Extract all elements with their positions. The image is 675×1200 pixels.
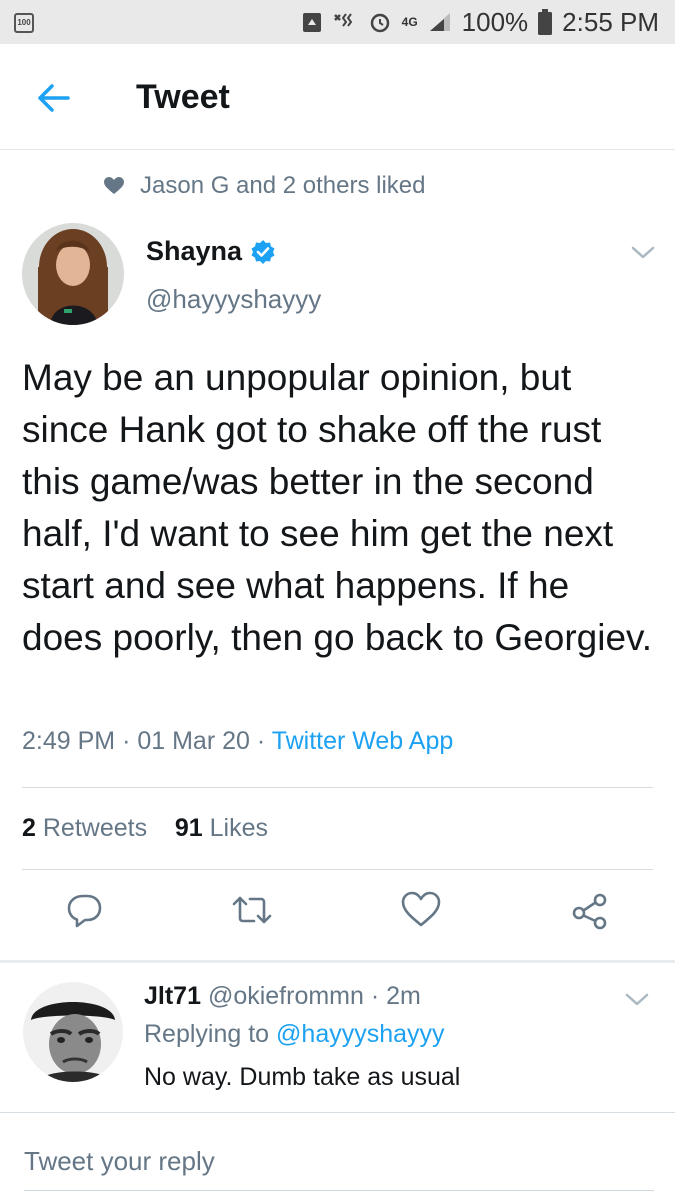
signal-icon [428,11,452,33]
likes-label: Likes [209,814,269,842]
like-icon [401,891,441,927]
divider [0,1112,675,1113]
retweets-count: 2 [22,814,36,842]
author-handle[interactable]: @hayyyshayyy [146,284,321,315]
reply-author-name[interactable]: Jlt71 [144,982,201,1010]
like-button[interactable] [400,890,444,934]
replying-to-line: Replying to @hayyyshayyy [144,1020,445,1049]
back-button[interactable] [34,78,74,118]
tweet-time: 2:49 PM [22,727,116,755]
app-header: Tweet [0,44,675,150]
reply-text: No way. Dumb take as usual [144,1063,461,1091]
divider [22,869,653,870]
input-underline [24,1190,654,1191]
tweet-stats: 2 Retweets 91 Likes [22,814,268,843]
status-icons: 4G 100% 2:55 PM [302,0,659,44]
page-title: Tweet [136,78,230,116]
share-icon [572,893,607,930]
meta-separator: · [256,727,266,755]
reply-input[interactable] [24,1140,654,1182]
meta-separator: · [122,727,131,755]
share-button[interactable] [570,890,614,934]
tweet-meta: 2:49 PM · 01 Mar 20 · Twitter Web App [22,727,453,756]
vibrate-icon [332,11,358,33]
clock: 2:55 PM [562,6,659,37]
liked-by-text: Jason G and 2 others liked [140,172,426,199]
tweet-source-link[interactable]: Twitter Web App [272,727,454,755]
reply-avatar[interactable] [23,982,123,1082]
alarm-icon [368,10,392,34]
battery-percent: 100% [461,6,529,37]
reply-age: 2m [386,982,421,1010]
tweet-date: 01 Mar 20 [137,727,250,755]
battery-saver-badge: 100 [14,13,34,33]
tweet-actions [0,890,675,940]
network-indicator: 4G [401,15,418,29]
status-bar: 100 4G 100% 2:55 PM [0,0,675,44]
author-name[interactable]: Shayna [146,236,276,267]
meta-separator: · [370,982,380,1010]
tweet-menu-button[interactable] [628,238,658,268]
likes-count: 91 [174,814,203,842]
reply-icon [67,894,102,928]
retweet-button[interactable] [230,890,274,934]
divider [22,787,653,788]
social-context[interactable]: Jason G and 2 others liked [104,172,426,200]
retweets-stat[interactable]: 2 Retweets [22,814,147,842]
replying-to-mention[interactable]: @hayyyshayyy [276,1020,445,1048]
tweet-text: May be an unpopular opinion, but since H… [22,357,653,658]
arrow-left-icon [38,84,70,112]
retweet-icon [232,896,272,924]
replying-to-label: Replying to [144,1020,270,1048]
reply-header: Jlt71 @okiefrommn · 2m [144,982,421,1011]
likes-stat[interactable]: 91 Likes [175,814,268,842]
section-divider [0,960,675,963]
author-display-name: Shayna [146,236,243,266]
reply-author-handle[interactable]: @okiefrommn [208,982,364,1010]
avatar[interactable] [22,223,124,325]
chevron-down-icon [631,246,655,259]
reply-menu-button[interactable] [622,985,652,1015]
retweets-label: Retweets [42,814,148,842]
battery-icon [538,9,553,35]
heart-icon [104,177,124,194]
chevron-down-icon [625,993,649,1006]
reply-button[interactable] [65,890,109,934]
verified-badge-icon [251,239,275,264]
recycle-icon [302,11,322,33]
